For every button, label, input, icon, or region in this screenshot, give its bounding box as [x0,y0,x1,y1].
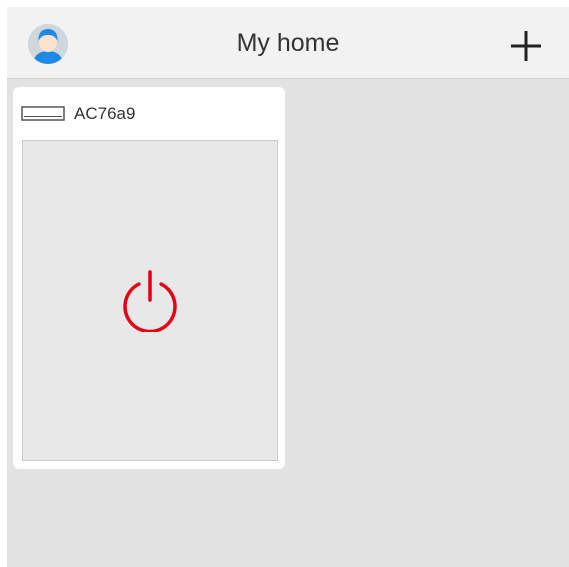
power-button[interactable] [121,270,179,332]
device-name: AC76a9 [74,104,136,123]
air-conditioner-icon [21,106,65,122]
page-title: My home [236,29,340,57]
device-control-panel[interactable] [22,140,278,461]
device-card[interactable]: AC76a9 [13,87,285,469]
plus-icon [511,31,541,61]
app-container: My home AC76a9 [7,7,569,567]
add-device-button[interactable] [509,29,543,63]
top-bar: My home [7,7,569,79]
power-icon [123,270,177,332]
